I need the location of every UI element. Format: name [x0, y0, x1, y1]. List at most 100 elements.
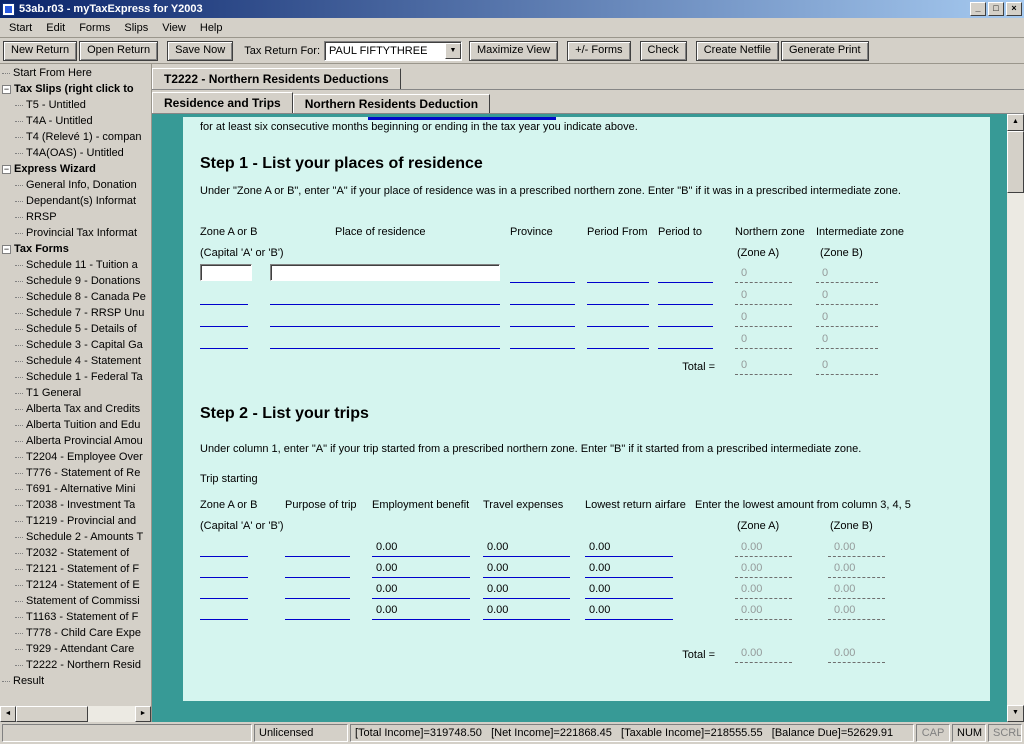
sidebar-item[interactable]: Statement of Commissi [0, 593, 151, 609]
check-button[interactable]: Check [640, 41, 687, 61]
generate-print-button[interactable]: Generate Print [781, 41, 869, 61]
travel-expenses-field[interactable]: 0.00 [483, 579, 570, 599]
menu-help[interactable]: Help [193, 19, 230, 37]
sidebar-item[interactable]: T1163 - Statement of F [0, 609, 151, 625]
travel-expenses-field[interactable]: 0.00 [483, 600, 570, 620]
province-field[interactable] [510, 263, 575, 283]
period-to-field[interactable] [658, 329, 713, 349]
sidebar-item[interactable]: T778 - Child Care Expe [0, 625, 151, 641]
sidebar-item[interactable]: Schedule 8 - Canada Pe [0, 289, 151, 305]
lowest-return-airfare-field[interactable]: 0.00 [585, 558, 673, 578]
place-of-residence-input[interactable] [270, 264, 500, 281]
sidebar-item[interactable]: Start From Here [0, 65, 151, 81]
scroll-up-button[interactable]: ▲ [1007, 114, 1024, 131]
sidebar-item[interactable]: General Info, Donation [0, 177, 151, 193]
horizontal-scroll-track[interactable] [88, 706, 135, 722]
period-to-field[interactable] [658, 307, 713, 327]
sidebar-item[interactable]: T2124 - Statement of E [0, 577, 151, 593]
vertical-scroll-thumb[interactable] [1007, 131, 1024, 193]
sidebar-item[interactable]: −Tax Slips (right click to [0, 81, 151, 97]
sidebar-item[interactable]: Provincial Tax Informat [0, 225, 151, 241]
sidebar-item[interactable]: T4 (Relevé 1) - compan [0, 129, 151, 145]
purpose-of-trip-field[interactable] [285, 537, 350, 557]
period-from-field[interactable] [587, 285, 649, 305]
zone-a-or-b-input[interactable] [200, 264, 252, 281]
province-field[interactable] [510, 329, 575, 349]
sidebar-item[interactable]: T5 - Untitled [0, 97, 151, 113]
new-return-button[interactable]: New Return [3, 41, 77, 61]
vertical-scroll-track[interactable] [1007, 193, 1024, 705]
province-field[interactable] [510, 307, 575, 327]
sidebar-item[interactable]: T2222 - Northern Resid [0, 657, 151, 673]
tree-collapse-icon[interactable]: − [2, 85, 11, 94]
tree-collapse-icon[interactable]: − [2, 245, 11, 254]
save-now-button[interactable]: Save Now [167, 41, 233, 61]
province-field[interactable] [510, 285, 575, 305]
horizontal-scroll-thumb[interactable] [16, 706, 88, 722]
maximize-view-button[interactable]: Maximize View [469, 41, 558, 61]
tab-northern-residents-deduction[interactable]: Northern Residents Deduction [293, 94, 490, 113]
sidebar-item[interactable]: T2121 - Statement of F [0, 561, 151, 577]
place-of-residence-field[interactable] [270, 285, 500, 305]
zone-a-or-b-field[interactable] [200, 329, 248, 349]
sidebar-item[interactable]: Schedule 2 - Amounts T [0, 529, 151, 545]
sidebar-item[interactable]: Schedule 1 - Federal Ta [0, 369, 151, 385]
vertical-scrollbar[interactable]: ▲ ▼ [1007, 114, 1024, 722]
menu-slips[interactable]: Slips [117, 19, 155, 37]
zone-a-or-b-field[interactable] [200, 285, 248, 305]
employment-benefit-field[interactable]: 0.00 [372, 537, 470, 557]
purpose-of-trip-field[interactable] [285, 558, 350, 578]
period-from-field[interactable] [587, 263, 649, 283]
plus-minus-forms-button[interactable]: +/- Forms [567, 41, 630, 61]
sidebar-item[interactable]: Schedule 9 - Donations [0, 273, 151, 289]
period-to-field[interactable] [658, 285, 713, 305]
sidebar-item[interactable]: T1219 - Provincial and [0, 513, 151, 529]
menu-start[interactable]: Start [2, 19, 39, 37]
place-of-residence-field[interactable] [270, 329, 500, 349]
close-icon[interactable]: × [1006, 2, 1022, 16]
scroll-left-button[interactable]: ◄ [0, 706, 16, 722]
trip-zone-a-or-b-field[interactable] [200, 600, 248, 620]
employment-benefit-field[interactable]: 0.00 [372, 600, 470, 620]
menu-edit[interactable]: Edit [39, 19, 72, 37]
sidebar-item[interactable]: T929 - Attendant Care [0, 641, 151, 657]
maximize-icon[interactable]: □ [988, 2, 1004, 16]
employment-benefit-field[interactable]: 0.00 [372, 558, 470, 578]
period-from-field[interactable] [587, 307, 649, 327]
sidebar-item[interactable]: T1 General [0, 385, 151, 401]
lowest-return-airfare-field[interactable]: 0.00 [585, 537, 673, 557]
sidebar-item[interactable]: Alberta Provincial Amou [0, 433, 151, 449]
sidebar-item[interactable]: Schedule 5 - Details of [0, 321, 151, 337]
tab-t2222-northern-residents-deductions[interactable]: T2222 - Northern Residents Deductions [152, 68, 401, 89]
trip-zone-a-or-b-field[interactable] [200, 558, 248, 578]
menu-forms[interactable]: Forms [72, 19, 117, 37]
tree-collapse-icon[interactable]: − [2, 165, 11, 174]
sidebar-item[interactable]: T691 - Alternative Mini [0, 481, 151, 497]
travel-expenses-field[interactable]: 0.00 [483, 537, 570, 557]
tax-return-for-select[interactable]: PAUL FIFTYTHREE ▼ [324, 41, 462, 61]
lowest-return-airfare-field[interactable]: 0.00 [585, 600, 673, 620]
period-to-field[interactable] [658, 263, 713, 283]
place-of-residence-field[interactable] [270, 307, 500, 327]
trip-zone-a-or-b-field[interactable] [200, 579, 248, 599]
travel-expenses-field[interactable]: 0.00 [483, 558, 570, 578]
sidebar-item[interactable]: T4A(OAS) - Untitled [0, 145, 151, 161]
zone-a-or-b-field[interactable] [200, 307, 248, 327]
lowest-return-airfare-field[interactable]: 0.00 [585, 579, 673, 599]
sidebar-item[interactable]: RRSP [0, 209, 151, 225]
period-from-field[interactable] [587, 329, 649, 349]
scroll-down-button[interactable]: ▼ [1007, 705, 1024, 722]
sidebar-item[interactable]: T776 - Statement of Re [0, 465, 151, 481]
purpose-of-trip-field[interactable] [285, 600, 350, 620]
sidebar-item[interactable]: Alberta Tax and Credits [0, 401, 151, 417]
purpose-of-trip-field[interactable] [285, 579, 350, 599]
sidebar-item[interactable]: Dependant(s) Informat [0, 193, 151, 209]
sidebar-item[interactable]: T2032 - Statement of [0, 545, 151, 561]
create-netfile-button[interactable]: Create Netfile [696, 41, 779, 61]
open-return-button[interactable]: Open Return [79, 41, 158, 61]
sidebar-item[interactable]: −Tax Forms [0, 241, 151, 257]
sidebar-item[interactable]: Schedule 4 - Statement [0, 353, 151, 369]
scroll-right-button[interactable]: ► [135, 706, 151, 722]
menu-view[interactable]: View [155, 19, 193, 37]
sidebar-item[interactable]: Schedule 7 - RRSP Unu [0, 305, 151, 321]
